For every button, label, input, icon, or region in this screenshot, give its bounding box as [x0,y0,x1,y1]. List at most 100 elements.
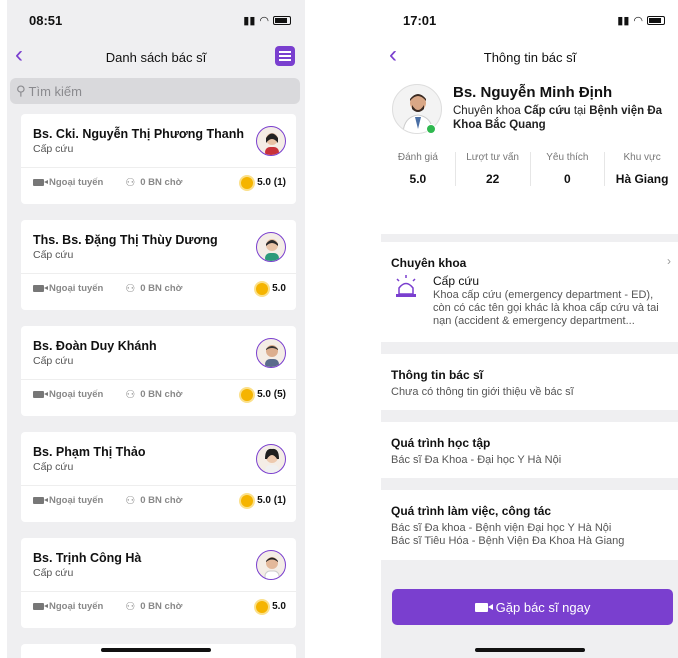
doctor-card[interactable]: Bs. Cki. Nguyễn Thị Phương Thanh Cấp cứu… [21,114,296,204]
rating-value: 5.0 (5) [257,389,286,400]
back-chevron-icon[interactable]: ‹ [15,43,23,67]
online-status: Ngoại tuyến [49,177,104,188]
rating: 5.0 (1) [241,176,286,189]
section-body: Bác sĩ Đa khoa - Bệnh viện Đại học Y Hà … [391,522,671,548]
doctor-card[interactable]: Bs. Trịnh Công Hà Cấp cứu Ngoại tuyến ⚇ … [21,538,296,628]
stat-consultations: Lượt tư vấn 22 [456,152,531,186]
video-camera-icon [33,179,48,186]
video-camera-icon [33,285,48,292]
online-status: Ngoại tuyến [49,495,104,506]
search-icon: ⚲ [16,83,26,98]
page-title: Danh sách bác sĩ [105,49,207,65]
doctor-meta: Ngoại tuyến ⚇ 0 BN chờ 5.0 [33,600,286,613]
stat-region: Khu vực Hà Giang [615,152,669,186]
avatar [256,550,286,580]
waiting-count: 0 BN chờ [140,389,183,400]
doctor-name: Bs. Cki. Nguyễn Thị Phương Thanh [33,127,244,141]
patients-icon: ⚇ [125,601,136,613]
doctor-specialty: Cấp cứu [33,143,74,155]
rating-value: 5.0 [272,601,286,612]
wifi-icon: ◠ [633,14,643,27]
status-bar: 08:51 ▮▮ ◠ [7,0,305,40]
education-section: Quá trình học tập Bác sĩ Đa Khoa - Đại h… [381,422,678,478]
section-title: Quá trình học tập [391,436,491,450]
signal-icon: ▮▮ [243,14,256,27]
video-camera-icon [33,391,48,398]
waiting-count: 0 BN chờ [140,495,183,506]
patients-icon: ⚇ [125,389,136,401]
rating: 5.0 [256,600,286,613]
search-input[interactable]: ⚲ Tìm kiếm [10,78,300,104]
section-body: Bác sĩ Đa Khoa - Đại học Y Hà Nội [391,454,562,466]
siren-icon [393,274,419,303]
section-title: Thông tin bác sĩ [391,368,483,382]
rating: 5.0 [256,282,286,295]
sun-icon [256,600,269,613]
wifi-icon: ◠ [259,14,269,27]
section-title: Chuyên khoa [391,256,467,270]
online-status: Ngoại tuyến [49,283,104,294]
doctor-card[interactable]: Bs. Phạm Thị Thảo Cấp cứu Ngoại tuyến ⚇ … [21,432,296,522]
online-status: Ngoại tuyến [49,601,104,612]
doctor-name: Bs. Nguyễn Minh Định [453,84,613,101]
desc-prefix: Chuyên khoa [453,105,524,117]
avatar [256,126,286,156]
sun-icon [241,388,254,401]
cta-label: Gặp bác sĩ ngay [495,599,591,615]
video-camera-icon [33,603,48,610]
avatar [256,338,286,368]
battery-icon [273,15,291,25]
sun-icon [241,494,254,507]
section-title: Quá trình làm việc, công tác [391,504,552,518]
doctor-name: Ths. Bs. Đặng Thị Thùy Dương [33,233,218,247]
rating-value: 5.0 [272,283,286,294]
online-status: Ngoại tuyến [49,389,104,400]
doctor-info-section: Thông tin bác sĩ Chưa có thông tin giới … [381,354,678,410]
patients-icon: ⚇ [125,495,136,507]
doctor-card[interactable]: Ths. Bs. Đặng Thị Thùy Dương Cấp cứu Ngo… [21,220,296,310]
back-chevron-icon[interactable]: ‹ [389,43,397,67]
desc-mid: tại [570,105,590,117]
specialty-description: Khoa cấp cứu (emergency department - ED)… [433,289,659,327]
meet-doctor-button[interactable]: Gặp bác sĩ ngay [392,589,673,625]
nav-bar: ‹ Thông tin bác sĩ [381,40,678,74]
desc-specialty: Cấp cứu [523,105,571,117]
rating: 5.0 (5) [241,388,286,401]
sun-icon [256,282,269,295]
doctor-list: Bs. Cki. Nguyễn Thị Phương Thanh Cấp cứu… [7,114,305,658]
online-indicator [426,124,436,134]
specialty-name: Cấp cứu [433,274,480,288]
doctor-specialty: Cấp cứu [33,355,74,367]
doctor-meta: Ngoại tuyến ⚇ 0 BN chờ 5.0 (1) [33,494,286,507]
work-line: Bác sĩ Tiêu Hóa - Bệnh Viện Đa Khoa Hà G… [391,535,625,547]
rating-value: 5.0 (1) [257,495,286,506]
home-indicator [475,648,585,652]
doctor-meta: Ngoại tuyến ⚇ 0 BN chờ 5.0 (1) [33,176,286,189]
doctor-name: Bs. Trịnh Công Hà [33,551,142,565]
patients-icon: ⚇ [125,283,136,295]
chevron-right-icon[interactable]: › [667,254,671,268]
page-title: Thông tin bác sĩ [483,49,577,65]
nav-bar: ‹ Danh sách bác sĩ [7,40,305,74]
filter-icon[interactable] [275,46,295,66]
specialty-section[interactable]: Chuyên khoa › Cấp cứu Khoa cấp cứu (emer… [381,242,678,342]
section-body: Chưa có thông tin giới thiệu về bác sĩ [391,386,574,398]
doctor-stats: Đánh giá 5.0 Lượt tư vấn 22 Yêu thích 0 Khu… [381,152,678,186]
doctor-meta: Ngoại tuyến ⚇ 0 BN chờ 5.0 (5) [33,388,286,401]
patients-icon: ⚇ [125,177,136,189]
system-icons: ▮▮ ◠ [617,14,665,27]
avatar [256,232,286,262]
doctor-profile: Bs. Nguyễn Minh Định Chuyên khoa Cấp cứu… [381,74,678,234]
system-icons: ▮▮ ◠ [243,14,291,27]
doctor-card[interactable]: Bs. Đoàn Duy Khánh Cấp cứu Ngoại tuyến ⚇… [21,326,296,416]
doctor-detail-screen: 17:01 ▮▮ ◠ ‹ Thông tin bác sĩ Bs. Nguyễn… [381,0,678,658]
waiting-count: 0 BN chờ [140,283,183,294]
sun-icon [241,176,254,189]
stat-favorites: Yêu thích 0 [531,152,606,186]
work-section: Quá trình làm việc, công tác Bác sĩ Đa k… [381,490,678,560]
doctor-meta: Ngoại tuyến ⚇ 0 BN chờ 5.0 [33,282,286,295]
doctor-specialty: Cấp cứu [33,249,74,261]
rating-value: 5.0 (1) [257,177,286,188]
video-camera-icon [474,602,493,612]
status-time: 08:51 [29,12,63,28]
